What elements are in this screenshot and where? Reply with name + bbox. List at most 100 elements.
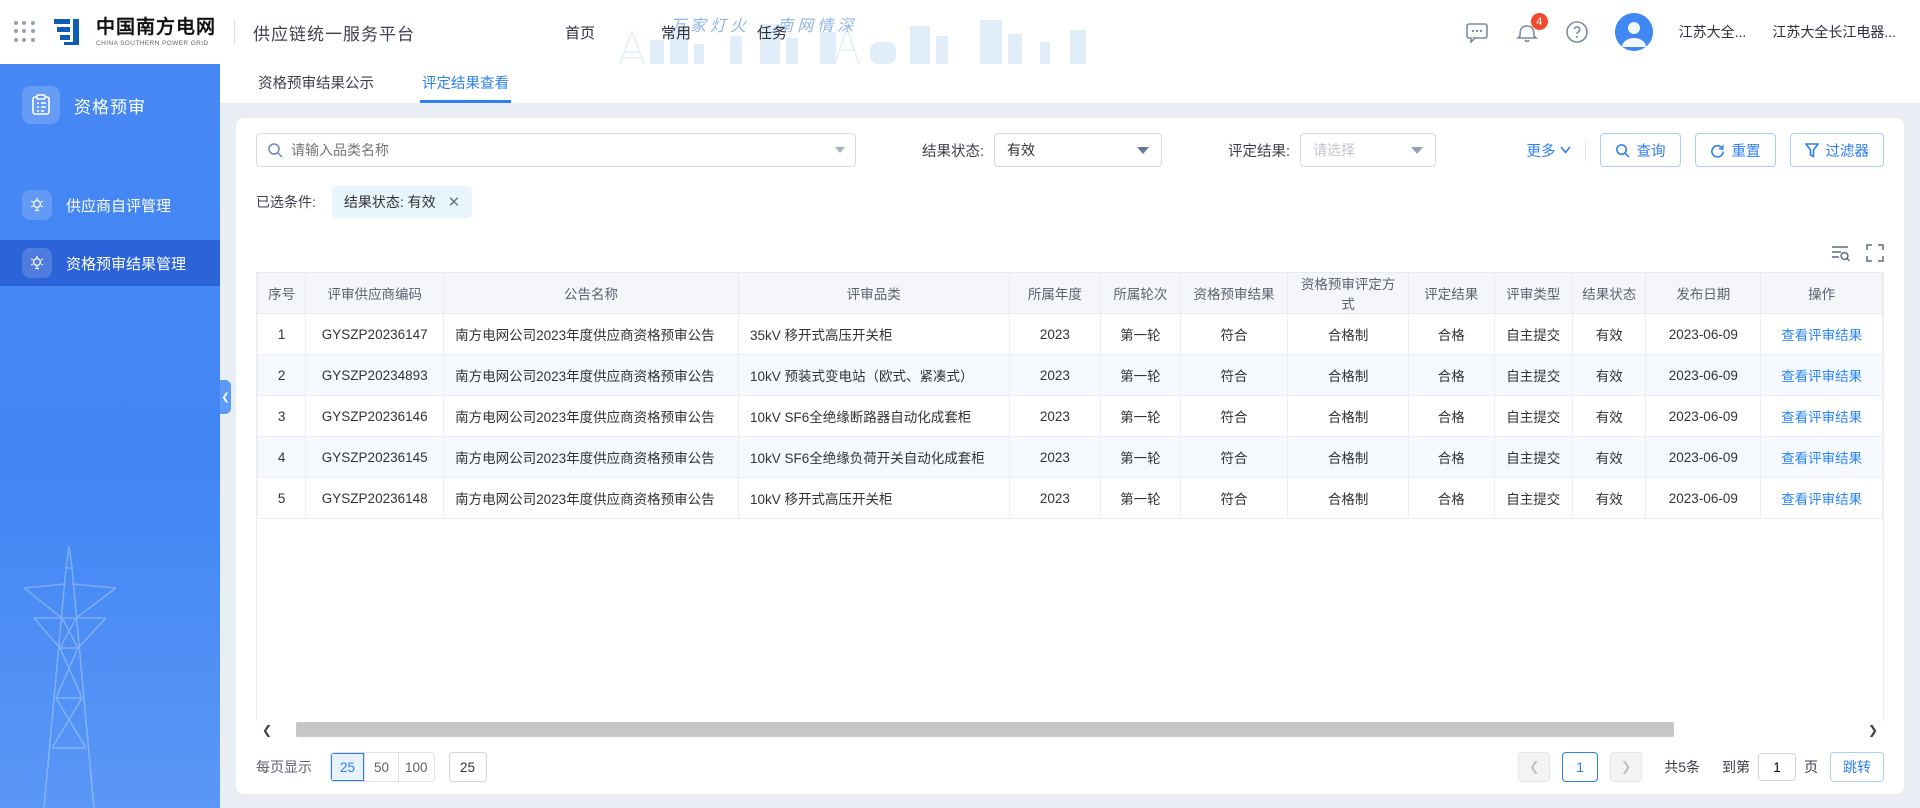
nav-item-frequent[interactable]: 常用: [661, 22, 691, 43]
company-logo: 中国南方电网 CHINA SOUTHERN POWER GRID: [52, 15, 216, 49]
page-size-100[interactable]: 100: [399, 753, 434, 781]
help-icon[interactable]: [1565, 20, 1589, 44]
page-size-custom[interactable]: 25: [449, 752, 487, 782]
page-size-group: 25 50 100: [330, 752, 435, 782]
cell: 3: [258, 396, 306, 437]
cell: 第一轮: [1101, 478, 1180, 519]
gear-icon: [22, 190, 52, 220]
sidebar-item-prequal-result-mgmt[interactable]: 资格预审结果管理: [0, 240, 220, 286]
filter-actions: 更多 查询: [1527, 133, 1885, 167]
scrollbar-thumb[interactable]: [296, 722, 1674, 737]
page-size-50[interactable]: 50: [365, 753, 399, 781]
notifications-bell-icon[interactable]: 4: [1515, 20, 1539, 44]
column-header: 公告名称: [444, 273, 739, 314]
table-row: 5GYSZP20236148南方电网公司2023年度供应商资格预审公告10kV …: [258, 478, 1883, 519]
view-review-result-link[interactable]: 查看评审结果: [1781, 410, 1862, 425]
cell: 合格制: [1288, 355, 1409, 396]
sidebar-item-label: 供应商自评管理: [66, 195, 171, 216]
reset-button[interactable]: 重置: [1695, 133, 1776, 167]
cell: 5: [258, 478, 306, 519]
cell: 符合: [1180, 396, 1288, 437]
cell: 合格: [1409, 314, 1495, 355]
cell: 第一轮: [1101, 355, 1180, 396]
search-icon: [1615, 143, 1630, 158]
cell: 合格: [1409, 396, 1495, 437]
chip-close-icon[interactable]: ✕: [448, 195, 461, 210]
cell: 自主提交: [1494, 437, 1572, 478]
tab-evaluation-result-view[interactable]: 评定结果查看: [420, 64, 511, 103]
table-row: 2GYSZP20234893南方电网公司2023年度供应商资格预审公告10kV …: [258, 355, 1883, 396]
cell: 南方电网公司2023年度供应商资格预审公告: [444, 314, 739, 355]
pagination-controls: ❮ 1 ❯ 共5条 到第 页 跳转: [1518, 752, 1884, 782]
cell: 35kV 移开式高压开关柜: [738, 314, 1009, 355]
more-filters-link[interactable]: 更多: [1527, 140, 1571, 161]
logo-text-en: CHINA SOUTHERN POWER GRID: [96, 40, 216, 47]
nav-item-home[interactable]: 首页: [565, 22, 595, 43]
scroll-right-arrow[interactable]: ❯: [1862, 721, 1884, 738]
cell: 自主提交: [1494, 478, 1572, 519]
current-page-button[interactable]: 1: [1562, 752, 1598, 782]
results-table: 序号评审供应商编码公告名称评审品类所属年度所属轮次资格预审结果资格预审评定方式评…: [257, 272, 1883, 519]
prev-page-button[interactable]: ❮: [1518, 752, 1550, 782]
selected-conditions-row: 已选条件: 结果状态: 有效 ✕: [256, 186, 1884, 218]
total-count: 共5条: [1664, 757, 1700, 777]
scroll-left-arrow[interactable]: ❮: [256, 721, 278, 738]
eval-result-placeholder: 请选择: [1313, 140, 1355, 160]
category-search-input[interactable]: [291, 142, 827, 158]
cell: 有效: [1573, 478, 1646, 519]
divider: [1585, 139, 1586, 161]
view-review-result-link[interactable]: 查看评审结果: [1781, 492, 1862, 507]
column-header: 序号: [258, 273, 306, 314]
eval-result-select[interactable]: 请选择: [1300, 133, 1436, 167]
cell: 南方电网公司2023年度供应商资格预审公告: [444, 355, 739, 396]
user-name[interactable]: 江苏大全...: [1679, 22, 1747, 42]
view-review-result-link[interactable]: 查看评审结果: [1781, 328, 1862, 343]
cell: 有效: [1573, 396, 1646, 437]
tab-prequal-result-publicity[interactable]: 资格预审结果公示: [256, 64, 376, 103]
apps-grid-icon[interactable]: [14, 21, 36, 43]
header-right: 4 江苏大全... 江苏大全长江电器...: [1465, 13, 1896, 51]
goto-page-input[interactable]: [1758, 753, 1796, 781]
category-search-box[interactable]: [256, 133, 856, 167]
column-header: 结果状态: [1573, 273, 1646, 314]
cell: GYSZP20236146: [306, 396, 444, 437]
fullscreen-icon[interactable]: [1866, 244, 1884, 262]
result-status-label: 结果状态:: [922, 140, 984, 161]
cell: 1: [258, 314, 306, 355]
app-header: 万家灯火 · 南网情深: [0, 0, 1920, 64]
cell: 有效: [1573, 314, 1646, 355]
result-status-select[interactable]: 有效: [994, 133, 1162, 167]
column-header: 资格预审结果: [1180, 273, 1288, 314]
nav-item-tasks[interactable]: 任务: [757, 22, 787, 43]
scrollbar-track[interactable]: [278, 721, 1862, 738]
sidebar-section-prequalification[interactable]: 资格预审: [0, 64, 220, 124]
cell: 2: [258, 355, 306, 396]
goto-prefix: 到第: [1722, 757, 1750, 777]
chevron-down-icon: [1560, 146, 1571, 154]
column-header: 评定结果: [1409, 273, 1495, 314]
jump-button[interactable]: 跳转: [1830, 752, 1884, 782]
avatar[interactable]: [1615, 13, 1653, 51]
notification-badge: 4: [1531, 13, 1548, 30]
sidebar-collapse-handle[interactable]: ❮: [220, 380, 231, 414]
table-header-row: 序号评审供应商编码公告名称评审品类所属年度所属轮次资格预审结果资格预审评定方式评…: [258, 273, 1883, 314]
next-page-button[interactable]: ❯: [1610, 752, 1642, 782]
cell: 2023-06-09: [1646, 314, 1761, 355]
results-card: 结果状态: 有效 评定结果: 请选择 更多: [236, 118, 1904, 794]
column-header: 操作: [1761, 273, 1883, 314]
column-header: 所属年度: [1009, 273, 1101, 314]
user-company[interactable]: 江苏大全长江电器...: [1772, 22, 1896, 42]
message-icon[interactable]: [1465, 20, 1489, 44]
view-review-result-link[interactable]: 查看评审结果: [1781, 369, 1862, 384]
cell: 2023: [1009, 478, 1101, 519]
column-settings-icon[interactable]: [1830, 244, 1850, 262]
filter-chip-text: 结果状态: 有效: [344, 192, 436, 212]
sidebar-item-supplier-self-eval[interactable]: 供应商自评管理: [0, 182, 220, 228]
view-review-result-link[interactable]: 查看评审结果: [1781, 451, 1862, 466]
cell: 合格制: [1288, 478, 1409, 519]
query-button[interactable]: 查询: [1600, 133, 1681, 167]
page-size-25[interactable]: 25: [331, 753, 365, 781]
filter-button[interactable]: 过滤器: [1790, 133, 1885, 167]
cell: 自主提交: [1494, 355, 1572, 396]
sidebar-item-label: 资格预审结果管理: [66, 253, 186, 274]
